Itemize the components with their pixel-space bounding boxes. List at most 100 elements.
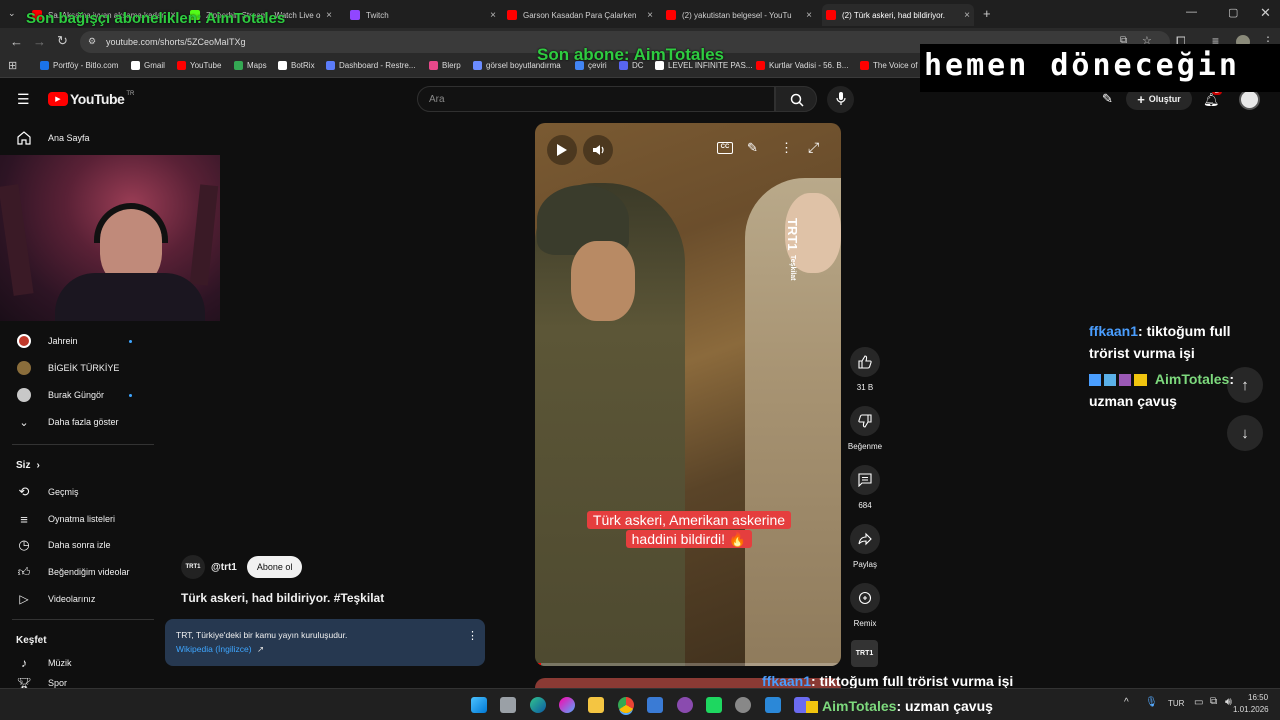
bookmark-item[interactable]: Blerp <box>429 61 461 70</box>
sidebar-subscription[interactable]: Jahrein <box>16 331 132 351</box>
next-short-button[interactable]: ↓ <box>1227 415 1263 451</box>
keyboard-language[interactable]: TUR <box>1168 699 1184 708</box>
voice-search-button[interactable] <box>827 86 854 113</box>
video-caption: Türk askeri, Amerikan askerine haddini b… <box>572 511 806 549</box>
notifications-button[interactable]: 🔔︎ 2 <box>1203 88 1222 109</box>
browser-tab-4[interactable]: Garson Kasadan Para Çalarken × <box>507 4 657 26</box>
dislike-button[interactable]: Beğenme <box>846 406 884 451</box>
stream-chat-message: AimTotales: uzman çavuş <box>1089 371 1234 409</box>
search-icon <box>790 93 804 107</box>
sidebar-item-music[interactable]: ♪ Müzik <box>16 653 72 673</box>
sidebar-divider <box>12 619 154 620</box>
close-icon[interactable]: × <box>806 10 812 21</box>
sidebar-item-your-videos[interactable]: ▷ Videolarınız <box>16 589 95 609</box>
chat-badges <box>1089 374 1147 387</box>
blerp-icon <box>429 61 438 70</box>
youtube-logo[interactable]: ▶ YouTube TR <box>48 91 134 107</box>
browser-tab-6-active[interactable]: (2) Türk askeri, had bildiriyor. × <box>822 4 974 26</box>
share-button[interactable]: Paylaş <box>846 524 884 569</box>
play-button[interactable] <box>547 135 577 165</box>
account-avatar[interactable] <box>1239 89 1260 110</box>
sidebar-item-playlists[interactable]: ≡ Oynatma listeleri <box>16 509 115 529</box>
sidebar-section-you[interactable]: Siz › <box>16 455 40 475</box>
tray-display-icon[interactable]: ▭ <box>1194 697 1203 708</box>
short-video-player[interactable]: TRT1 Teşkilat CC ✎ ⋮ ⤢ <box>535 123 841 666</box>
search-button[interactable] <box>775 86 817 112</box>
app-icon[interactable] <box>647 697 663 713</box>
shorts-remix-icon[interactable]: ✎ <box>747 140 758 156</box>
start-icon[interactable] <box>471 697 487 713</box>
sidebar-item-history[interactable]: ⟲ Geçmiş <box>16 482 79 502</box>
tray-mic-icon[interactable]: 🎙︎ <box>1145 697 1158 708</box>
sidebar-item-liked-videos[interactable]: 👍︎ Beğendiğim videolar <box>16 562 130 582</box>
browser-tab-3[interactable]: Twitch × <box>350 4 500 26</box>
subscribe-button[interactable]: Abone ol <box>246 556 303 578</box>
tray-network-icon[interactable]: ⧉ <box>1210 696 1217 707</box>
sound-channel-thumbnail[interactable]: TRT1 <box>851 640 878 667</box>
create-shorts-icon[interactable]: ✎ <box>1102 91 1113 107</box>
bookmark-item[interactable]: YouTube <box>177 61 221 70</box>
browser-tab-5[interactable]: (2) yakutistan belgesel - YouTu × <box>666 4 816 26</box>
bookmark-item[interactable]: Gmail <box>131 61 165 70</box>
file-explorer-icon[interactable] <box>588 697 604 713</box>
sidebar-subscription[interactable]: Burak Güngör <box>16 385 132 405</box>
settings-icon[interactable] <box>735 697 751 713</box>
close-icon[interactable]: × <box>326 10 332 21</box>
history-icon: ⟲ <box>18 484 30 499</box>
bookmark-item[interactable]: Maps <box>234 61 267 70</box>
comment-icon <box>858 473 872 487</box>
info-more-icon[interactable]: ⋮ <box>467 629 478 642</box>
sidebar-show-more[interactable]: ⌄ Daha fazla göster <box>16 412 118 432</box>
apps-grid-icon[interactable]: ⊞ <box>8 59 17 72</box>
edge-icon[interactable] <box>530 697 546 713</box>
channel-handle[interactable]: @trt1 <box>211 562 237 573</box>
more-options-icon[interactable]: ⋮ <box>780 140 793 156</box>
stream-chat-message: ffkaan1: tiktoğum full trörist vurma işi <box>1089 323 1231 361</box>
channel-avatar[interactable]: TRT1 <box>181 555 205 579</box>
back-icon[interactable]: ← <box>10 34 23 49</box>
copilot-icon[interactable] <box>559 697 575 713</box>
remix-button[interactable]: Remix <box>846 583 884 628</box>
maximize-icon[interactable]: ▢ <box>1228 6 1238 19</box>
minimize-icon[interactable]: — <box>1186 6 1197 18</box>
close-window-icon[interactable]: ✕ <box>1260 5 1271 21</box>
chrome-icon[interactable] <box>618 697 634 713</box>
forward-icon[interactable]: → <box>33 34 46 49</box>
clock-date[interactable]: 1.01.2026 <box>1233 705 1269 714</box>
sidebar-subscription[interactable]: BİGEİK TÜRKİYE <box>16 358 119 378</box>
volume-button[interactable] <box>583 135 613 165</box>
wikipedia-link[interactable]: Wikipedia (İngilizce) ↗ <box>176 644 264 655</box>
tray-volume-icon[interactable]: 🔊︎ <box>1225 696 1232 709</box>
bookmark-item[interactable]: Dashboard - Restre... <box>326 61 415 70</box>
sidebar-item-home[interactable]: Ana Sayfa <box>16 128 90 148</box>
new-tab-icon[interactable]: + <box>983 6 991 21</box>
task-view-icon[interactable] <box>500 697 516 713</box>
clock-time[interactable]: 16:50 <box>1248 693 1268 702</box>
app-icon[interactable] <box>765 697 781 713</box>
clock-icon: ◷ <box>18 537 30 552</box>
live-dot <box>129 339 132 343</box>
search-input[interactable]: Ara <box>417 86 775 112</box>
app-icon[interactable] <box>677 697 693 713</box>
tray-chevron-up-icon[interactable]: ^ <box>1124 697 1129 708</box>
bookmark-item[interactable]: BotRix <box>278 61 315 70</box>
video-progress-track[interactable] <box>535 663 841 666</box>
reload-icon[interactable]: ↻ <box>57 33 68 49</box>
sidebar-item-watch-later[interactable]: ◷ Daha sonra izle <box>16 535 110 555</box>
close-icon[interactable]: × <box>490 10 496 21</box>
bookmark-item[interactable]: Kurtlar Vadisi - 56. B... <box>756 61 848 70</box>
fullscreen-icon[interactable]: ⤢ <box>808 139 819 156</box>
sidebar-item-sports[interactable]: 🏆︎ Spor <box>16 678 67 688</box>
comments-button[interactable]: 684 <box>846 465 884 510</box>
hamburger-menu-icon[interactable]: ☰ <box>17 91 30 108</box>
tab-search-icon[interactable]: ⌄ <box>8 8 16 19</box>
webcam-headphones <box>94 203 168 243</box>
app-icon[interactable] <box>706 697 722 713</box>
close-icon[interactable]: × <box>647 10 653 21</box>
captions-button[interactable]: CC <box>717 142 733 154</box>
bookmark-item[interactable]: Portföy - Bitlo.com <box>40 61 118 70</box>
youtube-icon <box>507 10 517 20</box>
close-icon[interactable]: × <box>964 10 970 21</box>
like-button[interactable]: 31 B <box>846 347 884 392</box>
site-info-icon[interactable]: ⚙ <box>88 36 96 47</box>
